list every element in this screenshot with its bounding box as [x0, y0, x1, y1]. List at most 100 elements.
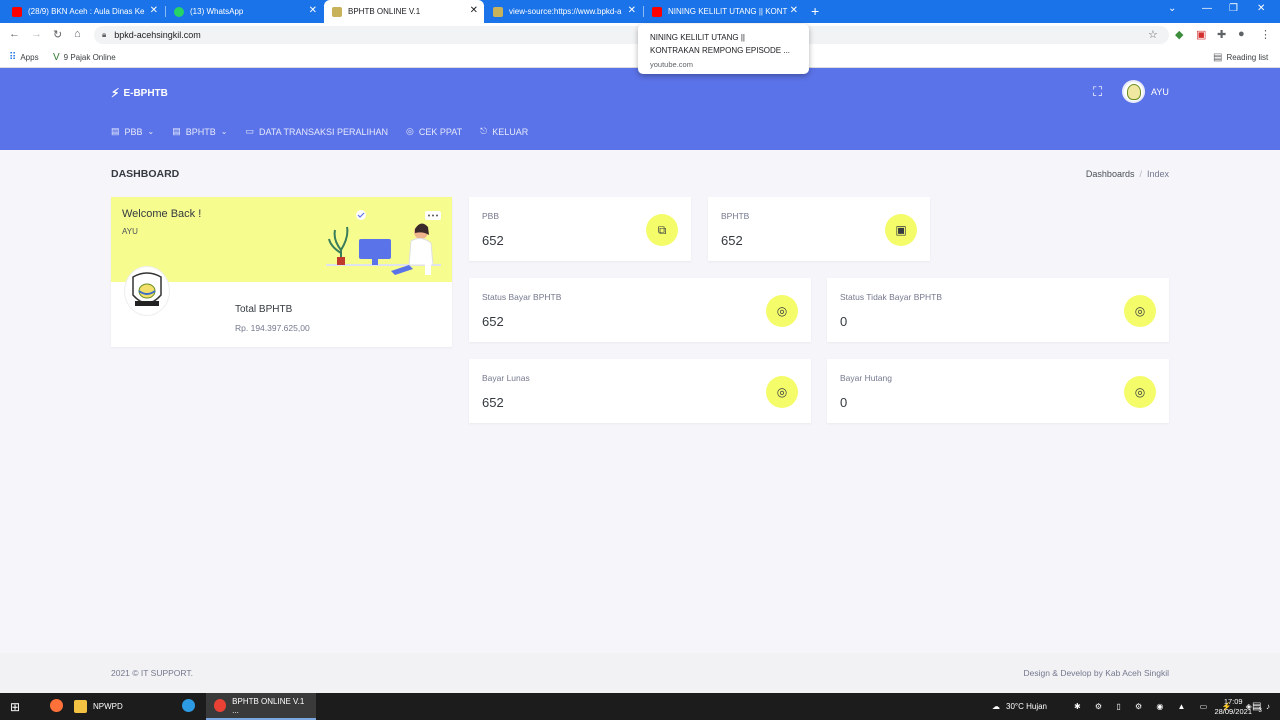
- back-icon[interactable]: ←: [9, 28, 20, 40]
- youtube-icon: [652, 6, 662, 17]
- stat-card-pbb: PBB 652 ⧉: [469, 197, 691, 261]
- apps-grid-icon: ⠿: [9, 52, 17, 63]
- stat-value: 0: [840, 314, 848, 329]
- welcome-user: AYU: [122, 227, 138, 236]
- table-icon: ▤: [111, 126, 120, 136]
- reading-list-button[interactable]: ▤ Reading list: [1213, 52, 1268, 63]
- menu-item-bphtb[interactable]: ▤ BPHTB ⌄: [172, 126, 227, 137]
- menu-label: BPHTB: [185, 126, 216, 137]
- footer-credit: Design & Develop by Kab Aceh Singkil: [1023, 668, 1169, 678]
- close-icon[interactable]: ✕: [628, 5, 636, 16]
- tab-hover-tooltip: NINING KELILIT UTANG || KONTRAKAN REMPON…: [638, 24, 809, 74]
- taskbar-clock[interactable]: 17:09 28/09/2021: [1214, 697, 1252, 717]
- chrome-icon: [214, 699, 227, 712]
- bookmark-star-icon[interactable]: ☆: [1148, 28, 1158, 41]
- browser-tab-5[interactable]: NINING KELILIT UTANG || KONTR ✕: [644, 0, 804, 23]
- extension-icon[interactable]: ◆: [1175, 28, 1183, 41]
- lock-icon: 🔒︎: [102, 30, 107, 39]
- notification-count: 3: [1258, 707, 1262, 714]
- close-icon[interactable]: ✕: [790, 5, 798, 16]
- stat-label: Status Bayar BPHTB: [482, 292, 562, 302]
- close-icon[interactable]: ✕: [309, 5, 317, 16]
- brand-name: E-BPHTB: [123, 87, 168, 99]
- site-favicon-icon: [493, 6, 503, 17]
- clock-date: 28/09/2021: [1214, 707, 1252, 716]
- minimize-icon[interactable]: —: [1202, 3, 1212, 14]
- avatar[interactable]: [1122, 80, 1145, 103]
- windows-start-icon[interactable]: ⊞: [10, 693, 20, 720]
- tab-title: BPHTB ONLINE V.1: [348, 7, 421, 16]
- logout-icon: ⎋: [480, 126, 488, 136]
- brand-logo[interactable]: ⚡︎ E-BPHTB: [111, 86, 168, 100]
- breadcrumb-dashboards[interactable]: Dashboards: [1086, 169, 1135, 179]
- stat-value: 652: [482, 233, 504, 248]
- weather-widget[interactable]: ☁ 30°C Hujan: [992, 693, 1047, 720]
- tab-search-icon[interactable]: ⌄: [1168, 3, 1176, 14]
- menu-dots-icon[interactable]: ⋮: [1260, 28, 1271, 41]
- bookmark-apps[interactable]: ⠿ Apps: [9, 52, 39, 63]
- menu-item-keluar[interactable]: ⎋ KELUAR: [480, 126, 528, 137]
- table-icon: ▤: [172, 126, 181, 136]
- menu-label: DATA TRANSAKSI PERALIHAN: [258, 126, 389, 137]
- url-bar[interactable]: 🔒︎ bpkd-acehsingkil.com: [94, 26, 1169, 44]
- chevron-down-icon: ⌄: [220, 127, 228, 136]
- chevron-down-icon: ⌄: [147, 127, 155, 136]
- welcome-heading: Welcome Back !: [122, 208, 202, 220]
- restore-icon[interactable]: ❐: [1229, 3, 1238, 14]
- puzzle-icon[interactable]: ✚: [1217, 28, 1226, 41]
- welcome-banner: Welcome Back ! AYU: [111, 197, 452, 282]
- stat-label: Status Tidak Bayar BPHTB: [840, 292, 943, 302]
- bookmark-pajak-online[interactable]: V 9 Pajak Online: [53, 52, 116, 63]
- close-icon[interactable]: ✕: [150, 5, 158, 16]
- site-favicon-icon: [332, 6, 342, 17]
- browser-tab-2[interactable]: (13) WhatsApp ✕: [166, 0, 323, 23]
- tooltip-source: youtube.com: [650, 60, 693, 69]
- stat-value: 652: [482, 314, 504, 329]
- browser-tab-4[interactable]: view-source:https://www.bpkd-a ✕: [485, 0, 642, 23]
- tooltip-title-line-2: KONTRAKAN REMPONG EPISODE ...: [650, 46, 791, 55]
- reading-list-icon: ▤: [1213, 52, 1223, 63]
- browser-tab-bar: (28/9) BKN Aceh : Aula Dinas Ke ✕ (13) W…: [0, 0, 1280, 23]
- profile-icon[interactable]: ●: [1238, 28, 1245, 40]
- menu-item-pbb[interactable]: ▤ PBB ⌄: [111, 126, 154, 137]
- welcome-card: Welcome Back ! AYU Total BPHTB Rp. 194.3…: [111, 197, 452, 347]
- stat-label: Bayar Hutang: [840, 373, 892, 383]
- bookmark-label: 9 Pajak Online: [63, 53, 116, 62]
- taskbar-app-npwpd[interactable]: NPWPD: [66, 693, 131, 720]
- browser-tab-3[interactable]: BPHTB ONLINE V.1 ✕: [324, 0, 484, 23]
- menu-label: CEK PPAT: [418, 126, 463, 137]
- user-circle-icon: ◎: [1124, 295, 1156, 327]
- stat-value: 652: [721, 233, 743, 248]
- menu-item-data-transaksi[interactable]: ▭ DATA TRANSAKSI PERALIHAN: [245, 126, 388, 137]
- home-icon[interactable]: ⌂: [74, 28, 81, 40]
- weather-text: 30°C Hujan: [1006, 702, 1047, 711]
- stat-card-bayar-hutang: Bayar Hutang 0 ◎: [827, 359, 1169, 423]
- menu-label: PBB: [124, 126, 143, 137]
- browser-tab-1[interactable]: (28/9) BKN Aceh : Aula Dinas Ke ✕: [4, 0, 164, 23]
- tab-title: NINING KELILIT UTANG || KONTR: [668, 7, 788, 16]
- user-name[interactable]: AYU: [1151, 87, 1169, 97]
- stat-label: PBB: [482, 211, 500, 221]
- page-footer: 2021 © IT SUPPORT. Design & Develop by K…: [0, 653, 1280, 693]
- bookmark-label: Apps: [20, 53, 39, 62]
- forward-icon[interactable]: →: [31, 28, 42, 40]
- close-window-icon[interactable]: ✕: [1257, 3, 1265, 14]
- v-logo-icon: V: [53, 52, 60, 63]
- edge-icon[interactable]: [174, 693, 209, 720]
- calendar-icon: ▭: [245, 126, 254, 136]
- pdf-extension-icon[interactable]: ▣: [1196, 28, 1206, 41]
- taskbar-app-chrome[interactable]: BPHTB ONLINE V.1 ...: [206, 693, 316, 720]
- reading-list-label: Reading list: [1226, 53, 1269, 62]
- tab-title: (28/9) BKN Aceh : Aula Dinas Ke: [28, 7, 145, 16]
- stat-label: BPHTB: [721, 211, 750, 221]
- tab-title: (13) WhatsApp: [190, 7, 244, 16]
- notification-icon[interactable]: ▤ 3: [1252, 693, 1262, 720]
- stat-value: 652: [482, 395, 504, 410]
- fullscreen-icon[interactable]: ⛶: [1093, 84, 1102, 100]
- menu-item-cek-ppat[interactable]: ◎ CEK PPAT: [406, 126, 462, 137]
- youtube-icon: [12, 6, 22, 17]
- breadcrumb-index: Index: [1146, 169, 1169, 179]
- new-tab-icon[interactable]: +: [811, 3, 819, 19]
- reload-icon[interactable]: ↻: [53, 28, 62, 41]
- close-icon[interactable]: ✕: [470, 5, 478, 16]
